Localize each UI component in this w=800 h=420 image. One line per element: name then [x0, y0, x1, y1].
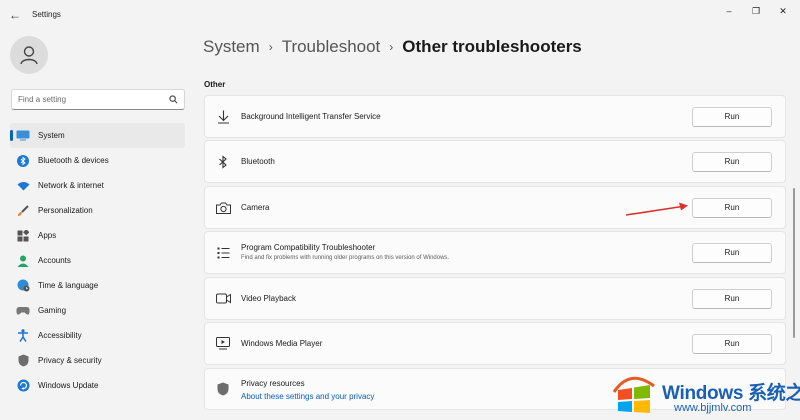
- annotation-arrow: [625, 202, 688, 216]
- breadcrumb: System › Troubleshoot › Other troublesho…: [203, 37, 582, 57]
- close-icon[interactable]: ✕: [772, 4, 794, 18]
- sidebar-item-windows-update[interactable]: Windows Update: [10, 373, 185, 398]
- gamepad-icon: [16, 304, 30, 318]
- sidebar-item-gaming[interactable]: Gaming: [10, 298, 185, 323]
- video-icon: [215, 291, 231, 307]
- sidebar-item-accounts[interactable]: Accounts: [10, 248, 185, 273]
- troubleshooter-title: Bluetooth: [241, 157, 275, 166]
- run-button-media-player[interactable]: Run: [692, 333, 772, 354]
- troubleshooter-title: Program Compatibility Troubleshooter: [241, 243, 376, 252]
- avatar[interactable]: [10, 36, 48, 74]
- download-icon: [215, 109, 231, 125]
- breadcrumb-system[interactable]: System: [203, 37, 260, 57]
- page-title: Other troubleshooters: [402, 37, 582, 56]
- troubleshooter-card: Bluetooth Run: [204, 140, 786, 183]
- breadcrumb-troubleshoot[interactable]: Troubleshoot: [282, 37, 381, 57]
- troubleshooter-card: Program Compatibility Troubleshooter Fin…: [204, 231, 786, 274]
- run-button-bits[interactable]: Run: [692, 106, 772, 127]
- scrollbar[interactable]: [793, 188, 795, 338]
- sidebar-nav: System Bluetooth & devices Network & int…: [10, 123, 185, 398]
- run-button-program-compat[interactable]: Run: [692, 242, 772, 263]
- troubleshooter-title: Camera: [241, 203, 270, 212]
- system-icon: [16, 129, 30, 143]
- sidebar-item-label: Network & internet: [38, 181, 104, 190]
- minimize-icon[interactable]: –: [718, 4, 740, 18]
- shield-icon: [16, 354, 30, 368]
- search-box[interactable]: [11, 89, 185, 110]
- watermark: Windows 系统之家 www.bjjmlv.com: [606, 366, 800, 420]
- accessibility-icon: [16, 329, 30, 343]
- troubleshooter-title: Background Intelligent Transfer Service: [241, 112, 381, 121]
- chevron-right-icon: ›: [268, 40, 273, 54]
- section-label-other: Other: [204, 80, 226, 89]
- chevron-right-icon: ›: [389, 40, 394, 54]
- sidebar-item-time-language[interactable]: Time & language: [10, 273, 185, 298]
- maximize-icon[interactable]: ❐: [745, 4, 767, 18]
- sidebar-item-label: Apps: [38, 231, 57, 240]
- watermark-url: www.bjjmlv.com: [674, 402, 752, 414]
- user-icon: [20, 46, 38, 65]
- media-player-icon: [215, 336, 231, 352]
- sidebar-item-label: Accessibility: [38, 331, 82, 340]
- person-icon: [16, 254, 30, 268]
- back-arrow-icon[interactable]: ←: [6, 6, 24, 24]
- troubleshooter-description: Find and fix problems with running older…: [241, 255, 450, 261]
- list-icon: [215, 245, 231, 261]
- run-button-bluetooth[interactable]: Run: [692, 151, 772, 172]
- troubleshooter-title: Video Playback: [241, 294, 296, 303]
- globe-clock-icon: [16, 279, 30, 293]
- update-icon: [16, 379, 30, 393]
- troubleshooter-card: Camera Run: [204, 186, 786, 229]
- sidebar-item-label: Gaming: [38, 306, 67, 315]
- run-button-video-playback[interactable]: Run: [692, 288, 772, 309]
- brush-icon: [16, 204, 30, 218]
- sidebar-item-system[interactable]: System: [10, 123, 185, 148]
- troubleshooter-title: Windows Media Player: [241, 339, 323, 348]
- bluetooth-icon: [16, 154, 30, 168]
- privacy-resources-title: Privacy resources: [241, 379, 305, 388]
- apps-icon: [16, 229, 30, 243]
- run-button-camera[interactable]: Run: [692, 197, 772, 218]
- sidebar-item-label: Privacy & security: [38, 356, 102, 365]
- sidebar-item-label: System: [38, 131, 65, 140]
- sidebar-item-accessibility[interactable]: Accessibility: [10, 323, 185, 348]
- troubleshooter-card: Background Intelligent Transfer Service …: [204, 95, 786, 138]
- windows-logo-icon: [612, 376, 655, 413]
- app-title: Settings: [32, 10, 61, 19]
- sidebar-item-label: Accounts: [38, 256, 71, 265]
- watermark-text: Windows 系统之家: [662, 383, 800, 404]
- search-input[interactable]: [18, 95, 169, 104]
- sidebar-item-bluetooth[interactable]: Bluetooth & devices: [10, 148, 185, 173]
- sidebar-item-label: Personalization: [38, 206, 93, 215]
- privacy-link[interactable]: About these settings and your privacy: [241, 392, 374, 401]
- troubleshooter-card: Windows Media Player Run: [204, 322, 786, 365]
- sidebar-item-apps[interactable]: Apps: [10, 223, 185, 248]
- search-icon[interactable]: [169, 95, 178, 104]
- troubleshooter-card: Video Playback Run: [204, 277, 786, 320]
- sidebar-item-label: Bluetooth & devices: [38, 156, 109, 165]
- sidebar-item-label: Time & language: [38, 281, 99, 290]
- wifi-icon: [16, 179, 30, 193]
- sidebar-item-personalization[interactable]: Personalization: [10, 198, 185, 223]
- sidebar-item-label: Windows Update: [38, 381, 99, 390]
- camera-icon: [215, 200, 231, 216]
- sidebar-item-privacy[interactable]: Privacy & security: [10, 348, 185, 373]
- shield-icon: [215, 381, 231, 397]
- title-bar: ← Settings – ❐ ✕: [0, 0, 800, 30]
- sidebar-item-network[interactable]: Network & internet: [10, 173, 185, 198]
- bluetooth-icon: [215, 154, 231, 170]
